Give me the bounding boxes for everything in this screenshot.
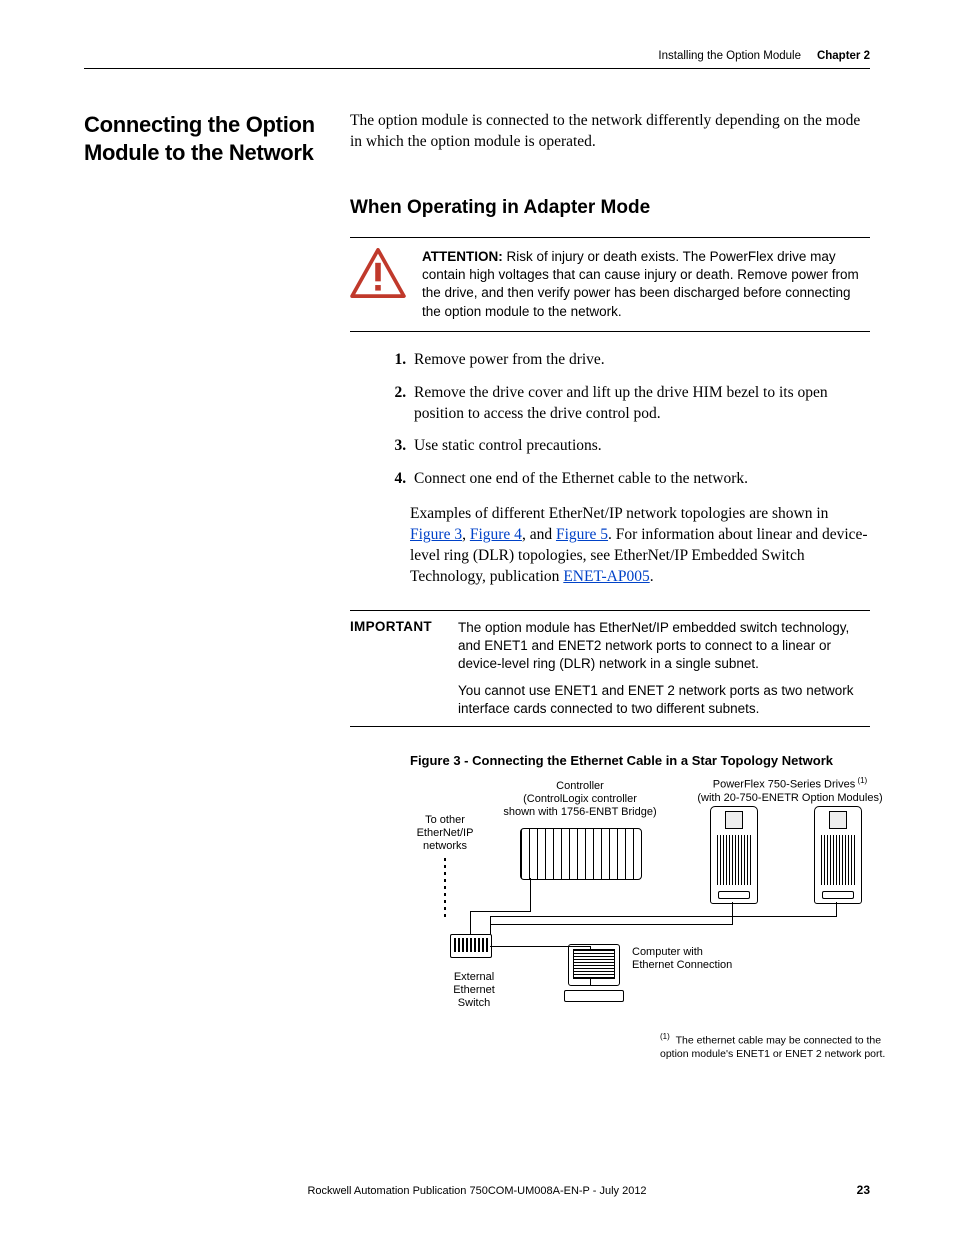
important-box: IMPORTANT The option module has EtherNet… (350, 610, 870, 727)
header-section: Installing the Option Module (658, 50, 801, 62)
important-label: IMPORTANT (350, 619, 444, 718)
figure-3-diagram: PowerFlex 750-Series Drives (1) (with 20… (410, 776, 870, 1066)
step-1: Remove power from the drive. (410, 350, 870, 371)
page-number: 23 (857, 1183, 870, 1197)
label-computer: Computer with Ethernet Connection (632, 946, 762, 972)
subheading: When Operating in Adapter Mode (350, 197, 870, 219)
important-text: The option module has EtherNet/IP embedd… (458, 619, 870, 718)
step-3: Use static control precautions. (410, 436, 870, 457)
header-chapter: Chapter 2 (817, 50, 870, 62)
step-2: Remove the drive cover and lift up the d… (410, 383, 870, 425)
warning-icon (350, 248, 408, 303)
label-controller: Controller (ControlLogix controller show… (500, 780, 660, 820)
important-p1: The option module has EtherNet/IP embedd… (458, 619, 870, 674)
running-header: Installing the Option Module Chapter 2 (84, 50, 870, 62)
ethernet-switch-device (450, 934, 492, 958)
footer-publication: Rockwell Automation Publication 750COM-U… (307, 1185, 646, 1197)
attention-text: ATTENTION: Risk of injury or death exist… (422, 248, 870, 321)
figure-caption: Figure 3 - Connecting the Ethernet Cable… (410, 753, 870, 768)
examples-paragraph: Examples of different EtherNet/IP networ… (410, 504, 870, 588)
intro-paragraph: The option module is connected to the ne… (350, 111, 870, 153)
figure-footnote: (1) The ethernet cable may be connected … (660, 1032, 890, 1061)
header-rule (84, 68, 870, 69)
computer-keyboard (564, 990, 624, 1002)
link-figure-5[interactable]: Figure 5 (556, 526, 608, 543)
important-p2: You cannot use ENET1 and ENET 2 network … (458, 682, 870, 718)
computer-monitor (568, 944, 620, 986)
label-to-other-networks: To other EtherNet/IP networks (410, 814, 480, 854)
drive-device-1 (710, 806, 758, 904)
label-switch: External Ethernet Switch (446, 971, 502, 1011)
drive-device-2 (814, 806, 862, 904)
steps-list: Remove power from the drive. Remove the … (350, 350, 870, 491)
attention-box: ATTENTION: Risk of injury or death exist… (350, 237, 870, 332)
page-footer: Rockwell Automation Publication 750COM-U… (84, 1185, 870, 1197)
link-figure-4[interactable]: Figure 4 (470, 526, 522, 543)
link-figure-3[interactable]: Figure 3 (410, 526, 462, 543)
link-enet-ap005[interactable]: ENET-AP005 (563, 568, 649, 585)
step-4: Connect one end of the Ethernet cable to… (410, 469, 870, 490)
label-drives: PowerFlex 750-Series Drives (1) (with 20… (690, 776, 890, 805)
controller-device (520, 828, 642, 880)
dotted-line (444, 858, 446, 918)
section-heading: Connecting the Option Module to the Netw… (84, 111, 324, 1066)
attention-lead: ATTENTION: (422, 249, 503, 264)
